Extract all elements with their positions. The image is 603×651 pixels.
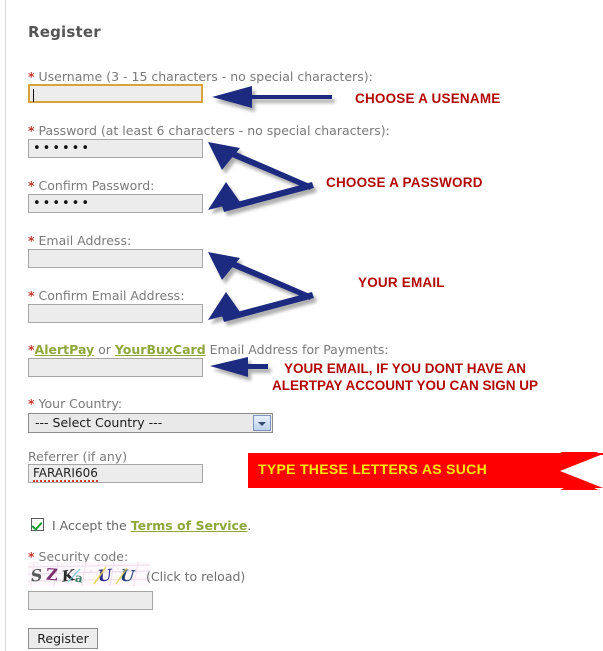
payment-email-label: *AlertPay or YourBuxCard Email Address f…: [28, 342, 389, 357]
referrer-label: Referrer (if any): [28, 449, 128, 464]
chevron-down-icon[interactable]: [253, 415, 271, 431]
confirm-password-input[interactable]: [28, 194, 203, 213]
confirm-email-label: * Confirm Email Address:: [28, 288, 184, 303]
annotation-payment-email: YOUR EMAIL, IF YOU DONT HAVE AN ALERTPAY…: [272, 360, 538, 394]
username-label-text: Username (3 - 15 characters - no special…: [34, 69, 373, 84]
register-button[interactable]: Register: [28, 628, 98, 649]
accept-terms-text-after: .: [247, 518, 252, 533]
annotation-email: YOUR EMAIL: [358, 275, 445, 290]
page-title: Register: [28, 23, 101, 41]
accept-terms-label: I Accept the Terms of Service.: [52, 518, 251, 533]
referrer-value: FARARI606: [28, 464, 98, 483]
username-label: * Username (3 - 15 characters - no speci…: [28, 69, 373, 84]
captcha-image[interactable]: S Z K a U U: [28, 562, 150, 586]
password-input[interactable]: [28, 139, 203, 158]
email-label-text: Email Address:: [34, 233, 132, 248]
register-page: Register * Username (3 - 15 characters -…: [0, 0, 603, 651]
captcha-svg: S Z K a U U: [28, 562, 150, 586]
accept-terms-text-before: I Accept the: [52, 518, 131, 533]
payment-email-label-suffix: Email Address for Payments:: [205, 342, 389, 357]
payment-email-input[interactable]: [28, 358, 203, 377]
security-code-input[interactable]: [28, 591, 153, 610]
country-selected-value: --- Select Country ---: [35, 415, 163, 430]
annotation-password: CHOOSE A PASSWORD: [326, 175, 483, 190]
confirm-email-label-text: Confirm Email Address:: [34, 288, 185, 303]
accept-terms-checkbox[interactable]: [31, 518, 44, 531]
country-label: * Your Country:: [28, 396, 122, 411]
terms-of-service-link[interactable]: Terms of Service: [131, 518, 248, 533]
referrer-value-text: FARARI606: [33, 466, 98, 482]
username-input[interactable]: [28, 84, 203, 103]
svg-text:Z: Z: [46, 565, 59, 585]
alertpay-link[interactable]: AlertPay: [35, 342, 95, 357]
confirm-password-label-text: Confirm Password:: [34, 178, 155, 193]
email-label: * Email Address:: [28, 233, 131, 248]
registration-form: Register * Username (3 - 15 characters -…: [0, 0, 603, 651]
svg-text:S: S: [30, 565, 43, 585]
confirm-password-label: * Confirm Password:: [28, 178, 154, 193]
country-select[interactable]: --- Select Country ---: [28, 413, 273, 433]
annotation-payment-line2: ALERTPAY ACCOUNT YOU CAN SIGN UP: [272, 378, 539, 393]
yourbuxcard-link[interactable]: YourBuxCard: [115, 342, 206, 357]
annotation-referrer: TYPE THESE LETTERS AS SUCH: [258, 461, 487, 477]
password-label-text: Password (at least 6 characters - no spe…: [34, 123, 390, 138]
password-label: * Password (at least 6 characters - no s…: [28, 123, 390, 138]
text-caret: [33, 89, 34, 102]
confirm-email-input[interactable]: [28, 304, 203, 323]
annotation-payment-line1: YOUR EMAIL, IF YOU DONT HAVE AN: [284, 361, 527, 376]
email-input[interactable]: [28, 249, 203, 268]
annotation-username: CHOOSE A USENAME: [355, 91, 501, 106]
payment-email-conjunction: or: [94, 342, 115, 357]
country-label-text: Your Country:: [34, 396, 123, 411]
captcha-reload-hint[interactable]: (Click to reload): [146, 569, 245, 584]
